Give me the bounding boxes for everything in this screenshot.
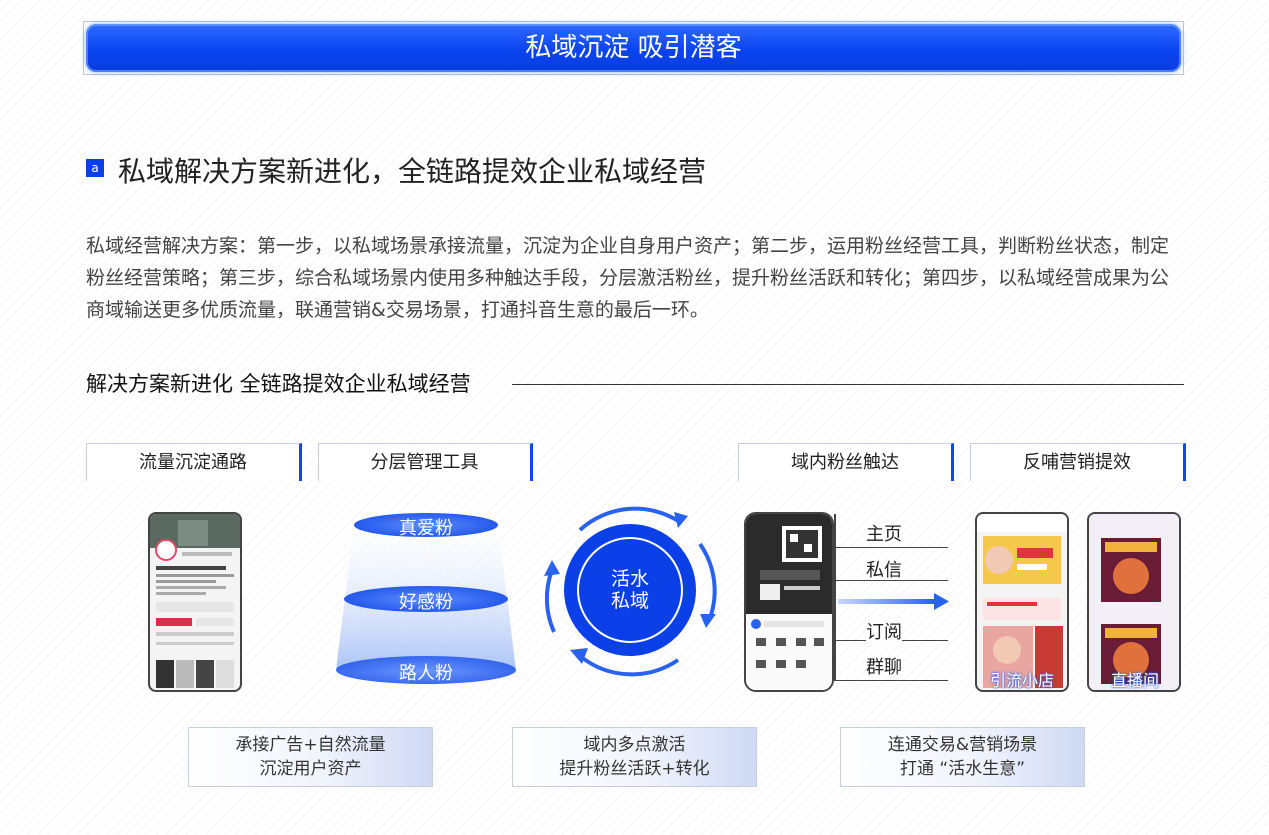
tag-live-room: 直播间: [1110, 671, 1159, 690]
cycle-center-line2: 私域: [610, 590, 649, 612]
section-marker: a: [86, 159, 104, 177]
summary-box-commerce-line1: 连通交易&营销场景: [887, 735, 1038, 755]
summary-box-activation-line1: 域内多点激活: [583, 735, 686, 755]
chat-phone-mockup: [744, 512, 834, 692]
funnel-label-loyal: 真爱粉: [399, 518, 453, 539]
section-paragraph: 私域经营解决方案：第一步，以私域场景承接流量，沉淀为企业自身用户资产；第二步，运…: [86, 235, 1170, 321]
page-banner: 私域沉淀 吸引潜客: [86, 24, 1181, 72]
live-phone-mockup: [1087, 512, 1181, 692]
profile-screen-image: [150, 514, 240, 688]
diagram-title: 解决方案新进化 全链路提效企业私域经营: [86, 372, 471, 396]
reach-divider-1: [834, 547, 948, 548]
summary-box-traffic-line2: 沉淀用户资产: [259, 759, 362, 779]
section-title: 私域解决方案新进化，全链路提效企业私域经营: [118, 155, 707, 188]
summary-box-activation-line2: 提升粉丝活跃+转化: [559, 759, 710, 779]
reach-item-group-chat: 群聊: [866, 657, 902, 678]
tab-layer-tools: 分层管理工具: [318, 443, 533, 481]
reach-list-bracket: [834, 514, 836, 680]
tab-traffic-channel: 流量沉淀通路: [86, 443, 302, 481]
reach-divider-4: [834, 680, 948, 681]
funnel-label-passerby: 路人粉: [399, 663, 453, 684]
profile-phone-mockup: [148, 512, 242, 692]
live-screen-image: [1089, 514, 1179, 690]
summary-box-traffic: 承接广告+自然流量 沉淀用户资产: [188, 727, 433, 787]
reach-item-homepage: 主页: [866, 524, 902, 545]
reach-item-subscribe: 订阅: [866, 618, 902, 644]
tab-fan-reach: 域内粉丝触达: [738, 443, 954, 481]
title-rule: [512, 384, 1184, 385]
summary-box-commerce: 连通交易&营销场景 打通 “活水生意”: [840, 727, 1085, 787]
tab-marketing-boost: 反哺营销提效: [970, 443, 1186, 481]
summary-box-traffic-line1: 承接广告+自然流量: [235, 735, 386, 755]
cycle-center-line1: 活水: [610, 568, 649, 590]
right-arrow-icon: [838, 593, 949, 610]
shop-phone-mockup: [975, 512, 1069, 692]
chat-screen-image: [746, 514, 832, 690]
summary-box-activation: 域内多点激活 提升粉丝活跃+转化: [512, 727, 757, 787]
funnel-label-friendly: 好感粉: [399, 592, 453, 613]
reach-item-message: 私信: [866, 560, 902, 581]
tag-guide-shop: 引流小店: [989, 671, 1054, 690]
summary-box-commerce-line2: 打通 “活水生意”: [899, 759, 1026, 779]
shop-screen-image: [977, 514, 1067, 688]
